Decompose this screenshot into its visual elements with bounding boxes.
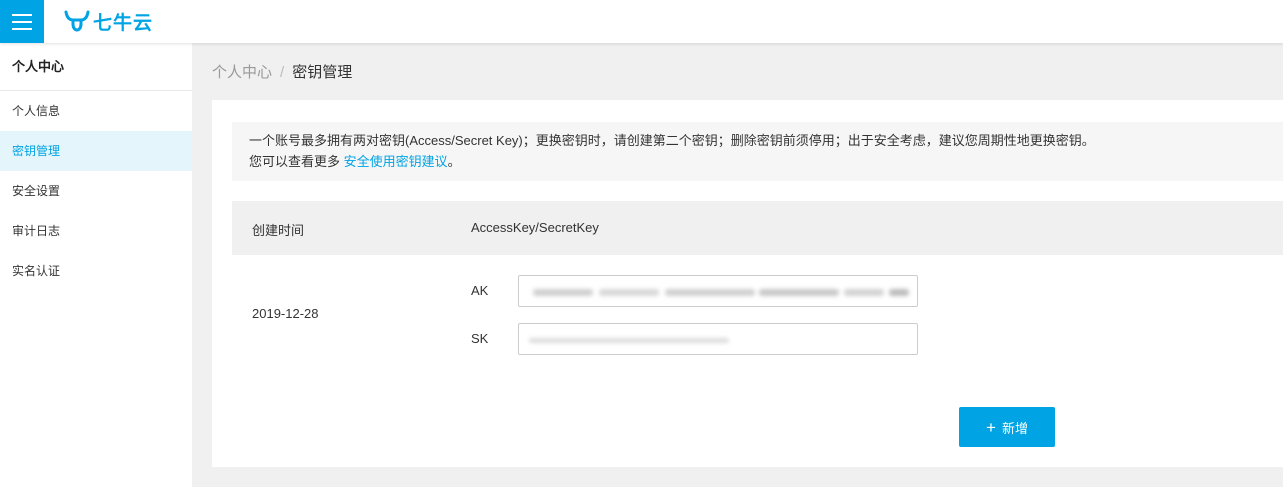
ak-label: AK (471, 283, 489, 298)
created-date: 2019-12-28 (252, 306, 319, 321)
logo[interactable]: 七牛云 (64, 6, 153, 36)
notice-prefix: 您可以查看更多 (249, 154, 344, 169)
sidebar-item-verification[interactable]: 实名认证 (0, 251, 192, 291)
hamburger-menu-icon (12, 13, 32, 16)
table-header: 创建时间 AccessKey/SecretKey (232, 201, 1283, 255)
column-header-keys: AccessKey/SecretKey (471, 220, 599, 235)
bull-head-icon (64, 10, 90, 32)
add-key-button[interactable]: + 新增 (959, 407, 1055, 447)
sidebar: 个人中心 个人信息 密钥管理 安全设置 审计日志 实名认证 (0, 43, 192, 487)
notice-line-1: 一个账号最多拥有两对密钥(Access/Secret Key)；更换密钥时，请创… (249, 133, 1095, 148)
redacted-mask (533, 289, 593, 296)
notice-box: 一个账号最多拥有两对密钥(Access/Secret Key)；更换密钥时，请创… (232, 122, 1283, 181)
sidebar-item-audit-log[interactable]: 审计日志 (0, 211, 192, 251)
sidebar-title: 个人中心 (0, 43, 192, 91)
sk-label: SK (471, 331, 489, 346)
access-key-field[interactable] (518, 275, 918, 307)
column-header-created: 创建时间 (252, 223, 305, 238)
plus-icon: + (986, 417, 996, 437)
breadcrumb: 个人中心 / 密钥管理 (212, 61, 352, 82)
secret-key-field[interactable] (518, 323, 918, 355)
security-advice-link[interactable]: 安全使用密钥建议 (344, 154, 448, 169)
sidebar-item-key-management[interactable]: 密钥管理 (0, 131, 192, 171)
sidebar-item-profile[interactable]: 个人信息 (0, 91, 192, 131)
breadcrumb-current: 密钥管理 (292, 64, 353, 81)
breadcrumb-parent[interactable]: 个人中心 (212, 64, 272, 81)
redacted-mask (529, 338, 729, 343)
sidebar-item-security[interactable]: 安全设置 (0, 171, 192, 211)
notice-line-2: 您可以查看更多 安全使用密钥建议。 (249, 151, 1283, 172)
hamburger-menu-button[interactable] (0, 0, 44, 43)
add-key-label: 新增 (1001, 420, 1028, 436)
top-bar: 七牛云 (0, 0, 1283, 43)
logo-text: 七牛云 (93, 11, 154, 34)
key-management-card: 一个账号最多拥有两对密钥(Access/Secret Key)；更换密钥时，请创… (212, 100, 1283, 467)
notice-suffix: 。 (447, 154, 461, 169)
breadcrumb-separator: / (280, 64, 285, 81)
